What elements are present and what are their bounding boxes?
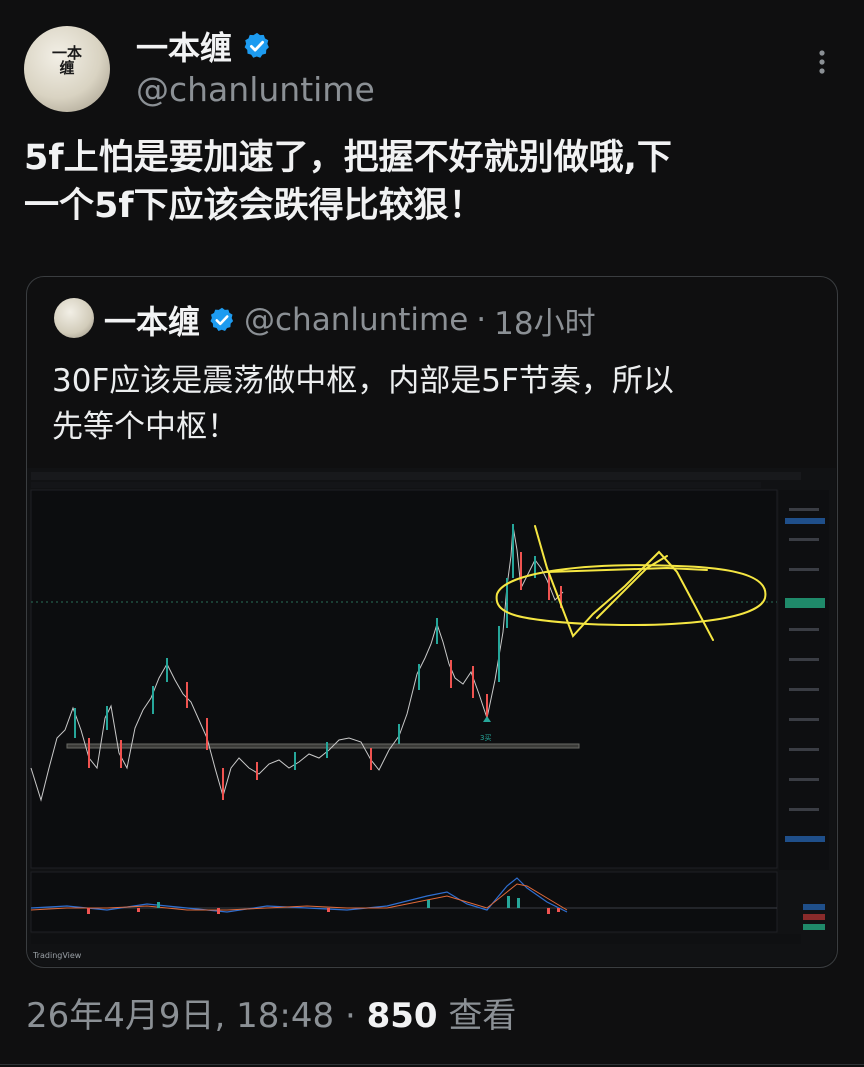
avatar-seal-text: 一本缠 (51, 44, 82, 77)
divider (0, 1064, 864, 1065)
quoted-tweet-text: 30F应该是震荡做中枢，内部是5F节奏，所以 先等个中枢！ (52, 358, 822, 450)
tweet-text: 5f上怕是要加速了，把握不好就别做哦,下 一个5f下应该会跌得比较狠！ (24, 134, 844, 230)
quoted-separator: · (476, 302, 487, 338)
footer-separator: · (344, 996, 356, 1036)
more-options-icon[interactable] (812, 48, 832, 76)
tweet-text-line: 一个5f下应该会跌得比较狠！ (24, 186, 484, 226)
quoted-timestamp: 18小时 (494, 305, 596, 342)
quoted-tweet-header: 一本缠 @chanluntime · 18小时 (104, 298, 596, 342)
quoted-author-name: 一本缠 (104, 303, 201, 341)
author-handle[interactable]: @chanluntime (136, 70, 375, 109)
chart-marker-label: 3买 (480, 734, 491, 742)
chart-screenshot: 3买 TradingView (27, 468, 836, 966)
tradingview-watermark: TradingView (32, 951, 82, 960)
view-count[interactable]: 850 (367, 996, 438, 1036)
author-avatar[interactable]: 一本缠 (24, 26, 110, 112)
quoted-text-line: 30F应该是震荡做中枢，内部是5F节奏，所以 (52, 363, 674, 399)
verified-badge-icon (244, 32, 269, 58)
tweet-text-line: 5f上怕是要加速了，把握不好就别做哦,下 (24, 138, 672, 178)
post-date: 26年4月9日, 18:48 (26, 996, 335, 1036)
tweet-footer: 26年4月9日, 18:48 · 850 查看 (26, 988, 516, 1037)
quoted-verified-badge-icon (210, 307, 234, 331)
author-display-name[interactable]: 一本缠 (136, 23, 232, 69)
quoted-author-handle: @chanluntime (244, 302, 469, 338)
view-count-label: 查看 (448, 996, 517, 1036)
quoted-text-line: 先等个中枢！ (52, 409, 238, 445)
author-name-row: 一本缠 (136, 24, 272, 68)
chart-image[interactable]: 3买 TradingView (27, 468, 836, 966)
quoted-author-avatar (54, 298, 94, 338)
